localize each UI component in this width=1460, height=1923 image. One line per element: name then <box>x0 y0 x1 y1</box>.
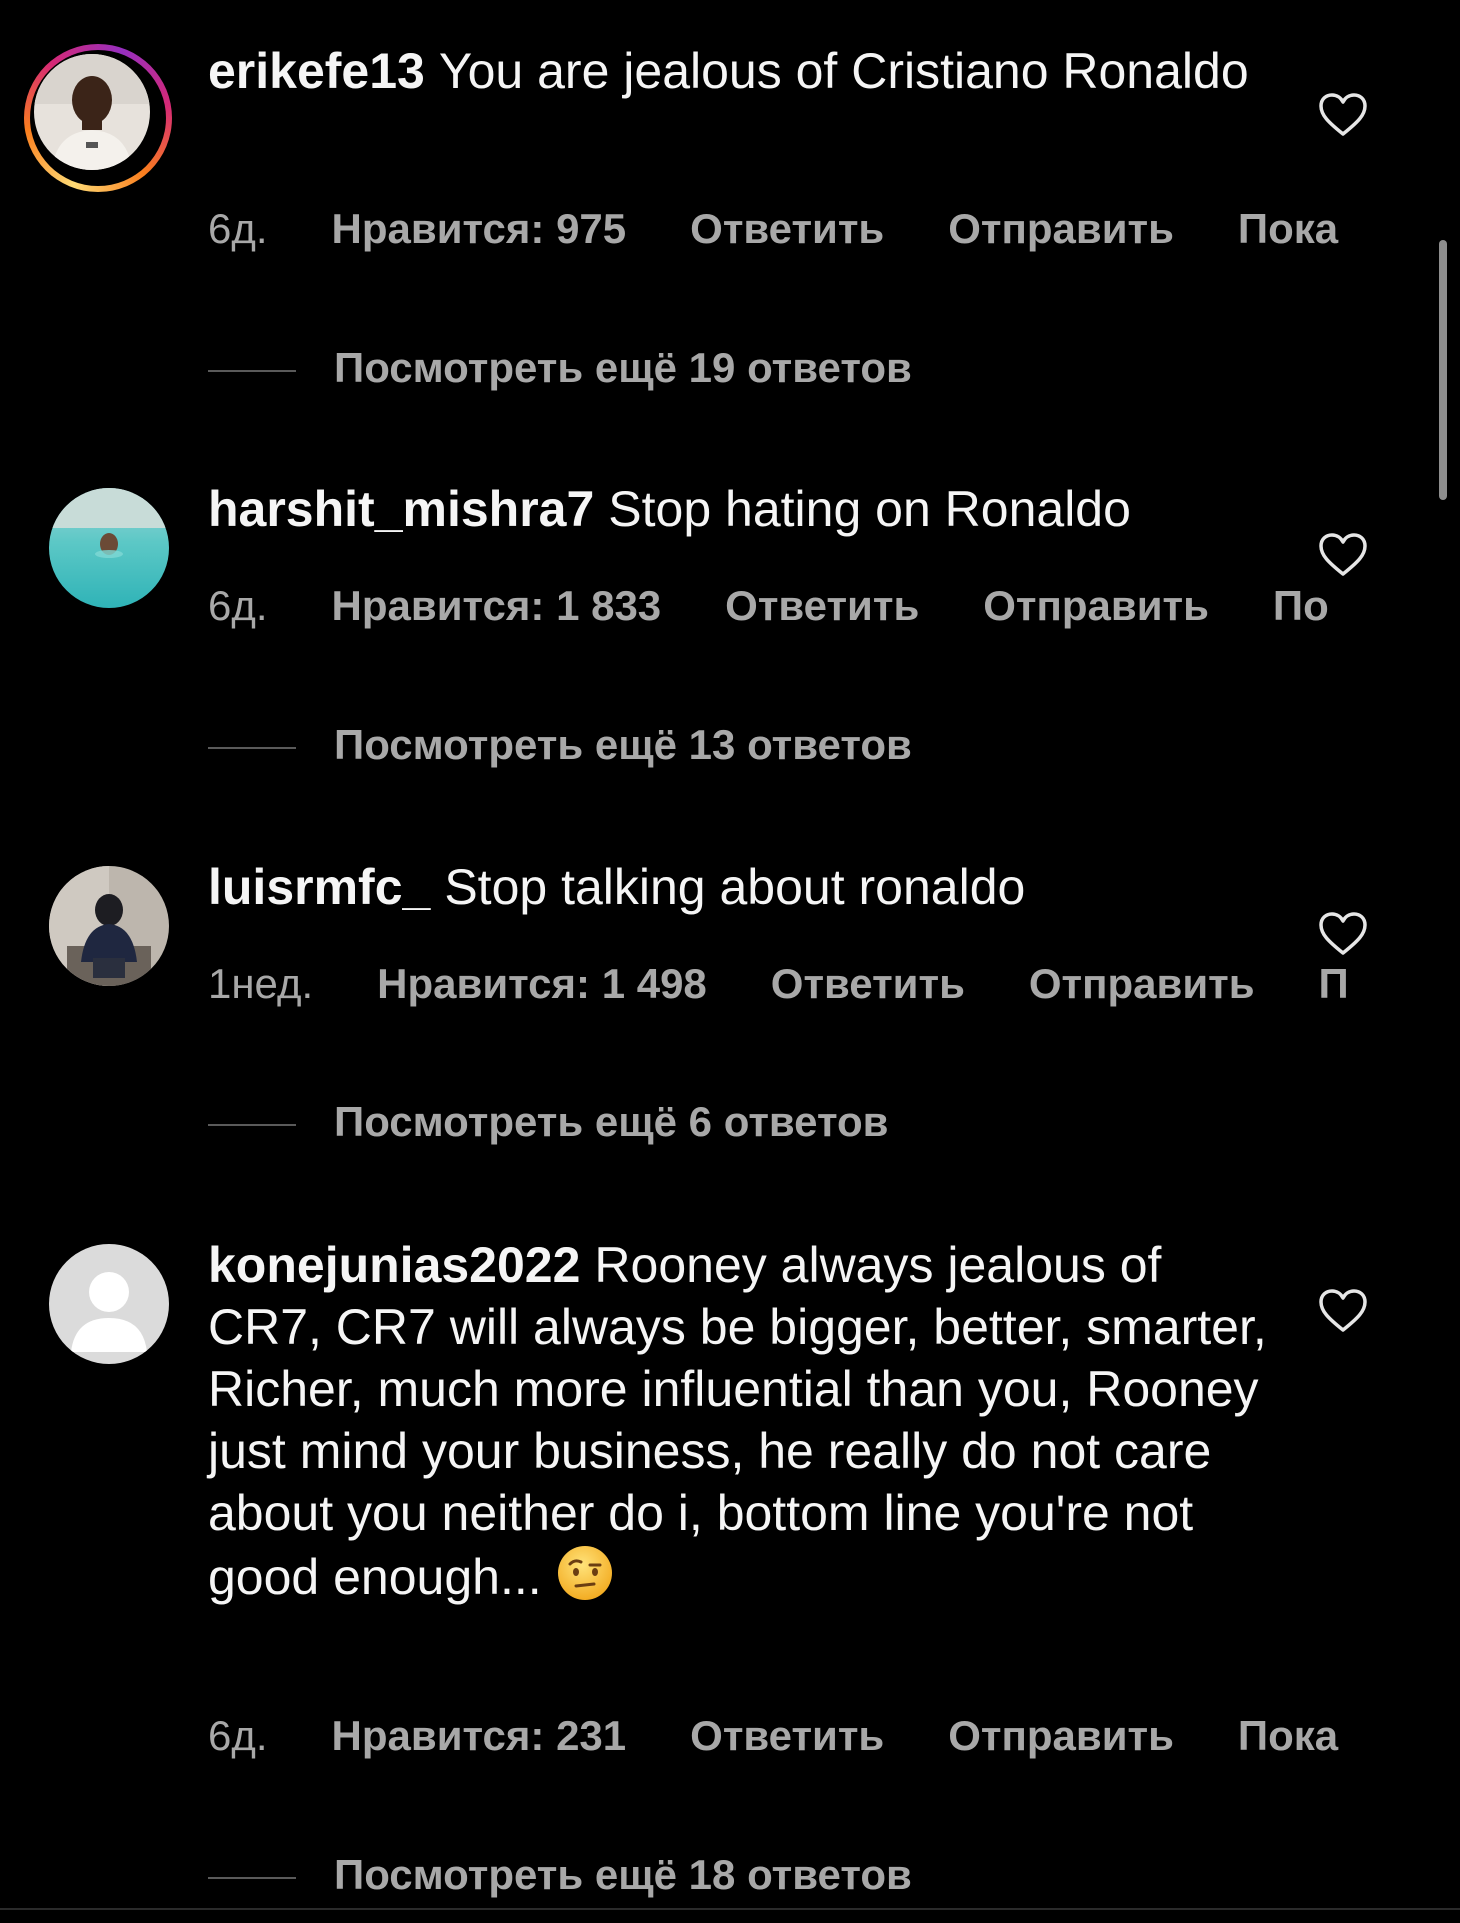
view-replies-button[interactable]: Посмотреть ещё 18 ответов <box>208 1851 912 1899</box>
replies-divider <box>208 1876 296 1879</box>
comment-actions: 1нед. Нравится: 1 498 Ответить Отправить П <box>208 960 1413 1008</box>
likes-count[interactable]: Нравится: 975 <box>332 205 627 252</box>
raised-eyebrow-emoji-icon <box>557 1546 612 1600</box>
reply-button[interactable]: Ответить <box>725 582 919 629</box>
reply-button[interactable]: Ответить <box>690 205 884 252</box>
username[interactable]: harshit_mishra7 <box>208 481 594 537</box>
bottom-divider <box>0 1908 1460 1910</box>
heart-icon[interactable] <box>1318 92 1368 138</box>
reply-button[interactable]: Ответить <box>771 960 965 1007</box>
more-button[interactable]: Пока <box>1238 1712 1338 1759</box>
avatar[interactable] <box>49 866 169 986</box>
send-button[interactable]: Отправить <box>948 205 1174 252</box>
username[interactable]: erikefe13 <box>208 43 425 99</box>
comment-text: luisrmfc_ Stop talking about ronaldo <box>208 859 1026 915</box>
view-replies-button[interactable]: Посмотреть ещё 13 ответов <box>208 721 912 769</box>
more-button[interactable]: По <box>1273 582 1329 629</box>
scrollbar[interactable] <box>1439 240 1447 500</box>
likes-count[interactable]: Нравится: 1 833 <box>332 582 662 629</box>
comment-actions: 6д. Нравится: 975 Ответить Отправить Пока <box>208 205 1402 253</box>
likes-count[interactable]: Нравится: 1 498 <box>377 960 707 1007</box>
comment-actions: 6д. Нравится: 231 Ответить Отправить Пока <box>208 1712 1402 1760</box>
send-button[interactable]: Отправить <box>948 1712 1174 1759</box>
view-replies-button[interactable]: Посмотреть ещё 19 ответов <box>208 344 912 392</box>
username[interactable]: konejunias2022 <box>208 1237 580 1293</box>
comment-actions: 6д. Нравится: 1 833 Ответить Отправить По <box>208 582 1393 630</box>
comment-time: 6д. <box>208 205 268 252</box>
username[interactable]: luisrmfc_ <box>208 859 430 915</box>
comment-text: erikefe13 You are jealous of Cristiano Ro… <box>208 43 1249 99</box>
likes-count[interactable]: Нравится: 231 <box>332 1712 627 1759</box>
replies-divider <box>208 369 296 372</box>
reply-button[interactable]: Ответить <box>690 1712 884 1759</box>
comment-time: 6д. <box>208 582 268 629</box>
heart-icon[interactable] <box>1318 1288 1368 1334</box>
view-replies-button[interactable]: Посмотреть ещё 6 ответов <box>208 1098 888 1146</box>
story-ring[interactable] <box>24 44 172 192</box>
comment-text: harshit_mishra7 Stop hating on Ronaldo <box>208 481 1131 537</box>
send-button[interactable]: Отправить <box>983 582 1209 629</box>
heart-icon[interactable] <box>1318 911 1368 957</box>
send-button[interactable]: Отправить <box>1029 960 1255 1007</box>
avatar[interactable] <box>49 1244 169 1364</box>
avatar[interactable] <box>49 488 169 608</box>
avatar[interactable] <box>34 54 150 170</box>
replies-divider <box>208 746 296 749</box>
heart-icon[interactable] <box>1318 532 1368 578</box>
more-button[interactable]: П <box>1319 960 1349 1007</box>
comment-time: 1нед. <box>208 960 314 1007</box>
more-button[interactable]: Пока <box>1238 205 1338 252</box>
comment-time: 6д. <box>208 1712 268 1759</box>
replies-divider <box>208 1123 296 1126</box>
comment-text: konejunias2022 Rooney always jealous of C… <box>208 1237 1267 1605</box>
